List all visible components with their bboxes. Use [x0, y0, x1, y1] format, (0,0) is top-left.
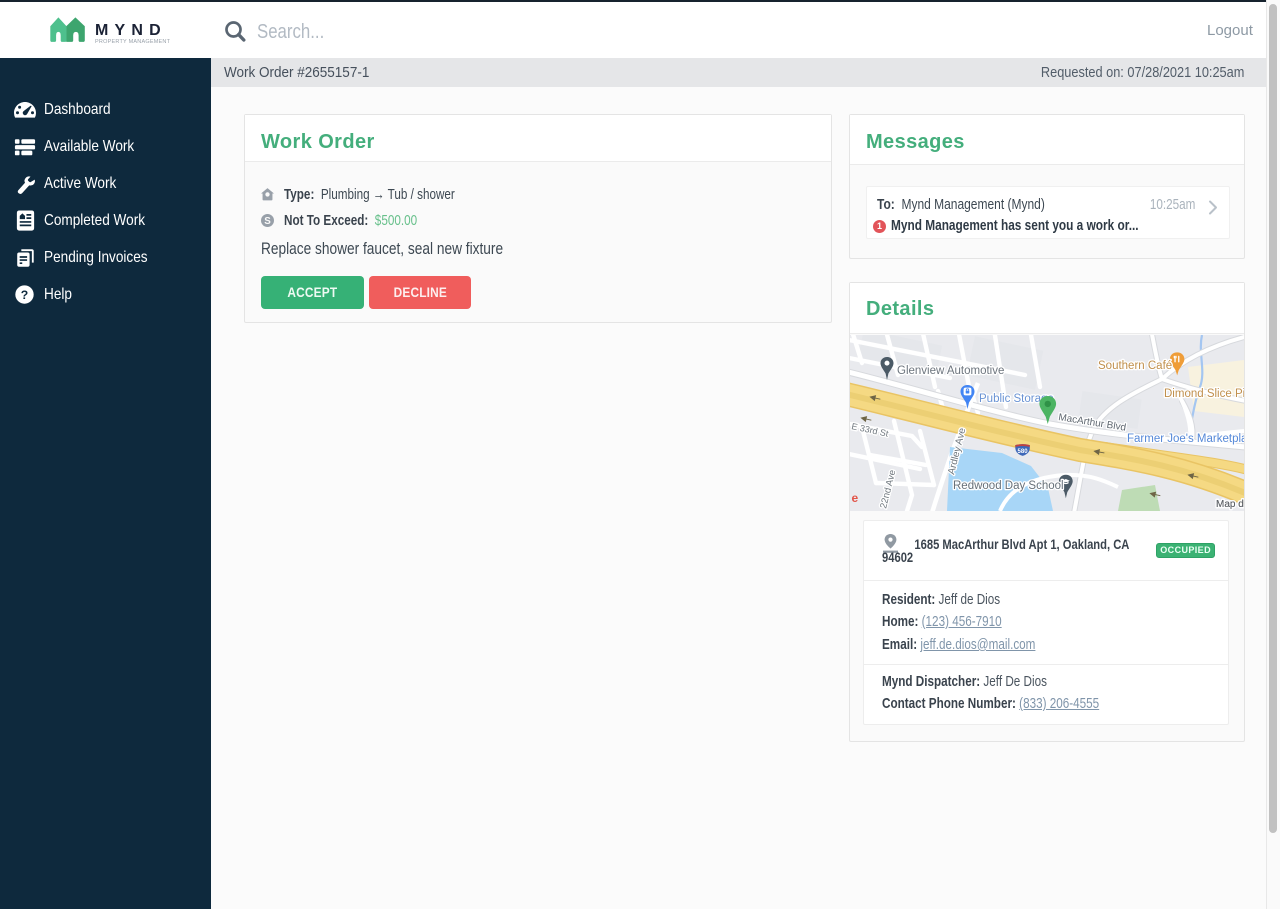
svg-text:S: S — [264, 216, 271, 227]
svg-text:e: e — [852, 491, 859, 505]
svg-text:Dimond Slice Pi: Dimond Slice Pi — [1164, 388, 1244, 400]
svg-text:Glenview Automotive: Glenview Automotive — [897, 365, 1004, 377]
svg-text:Map d: Map d — [1216, 499, 1244, 510]
svg-text:Redwood Day School: Redwood Day School — [953, 480, 1064, 492]
svg-text:?: ? — [21, 288, 28, 302]
svg-text:Farmer Joe's Marketpla: Farmer Joe's Marketpla — [1127, 433, 1244, 445]
svg-text:580: 580 — [1018, 449, 1029, 455]
svg-text:Southern Café: Southern Café — [1098, 360, 1172, 372]
